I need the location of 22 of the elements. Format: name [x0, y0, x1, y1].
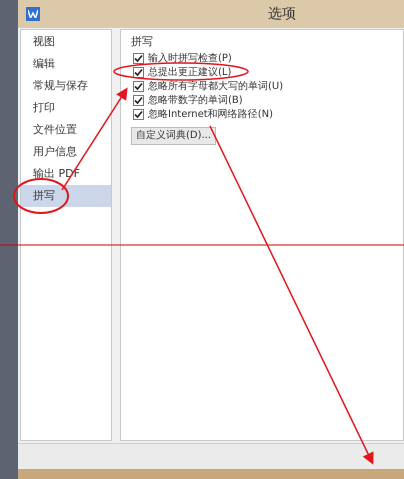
- checkbox-label: 忽略所有字母都大写的单词(U): [148, 82, 284, 92]
- checkbox[interactable]: [133, 109, 144, 120]
- checkbox-label: 忽略Internet和网络路径(N): [148, 110, 273, 120]
- annotation-ellipse: [13, 178, 69, 214]
- window-title: 选项: [268, 4, 296, 24]
- app-logo-icon: [26, 7, 40, 21]
- sidebar-item[interactable]: 文件位置: [21, 119, 111, 141]
- checkbox-label: 输入时拼写检查(P): [148, 54, 232, 64]
- checkbox[interactable]: [133, 53, 144, 64]
- checkbox[interactable]: [133, 67, 144, 78]
- checkbox-label: 总提出更正建议(L): [148, 68, 232, 78]
- checkbox[interactable]: [133, 95, 144, 106]
- sidebar-item[interactable]: 拼写: [21, 185, 111, 207]
- group-title: 拼写: [131, 34, 154, 50]
- checkbox-label: 忽略带数字的单词(B): [148, 96, 243, 106]
- sidebar-item[interactable]: 用户信息: [21, 141, 111, 163]
- sidebar-item[interactable]: 打印: [21, 97, 111, 119]
- checkbox[interactable]: [133, 81, 144, 92]
- sidebar-item[interactable]: 编辑: [21, 53, 111, 75]
- sidebar-item[interactable]: 常规与保存: [21, 75, 111, 97]
- custom-dictionary-button[interactable]: 自定义词典(D)...: [131, 126, 216, 144]
- sidebar-item[interactable]: 视图: [21, 31, 111, 53]
